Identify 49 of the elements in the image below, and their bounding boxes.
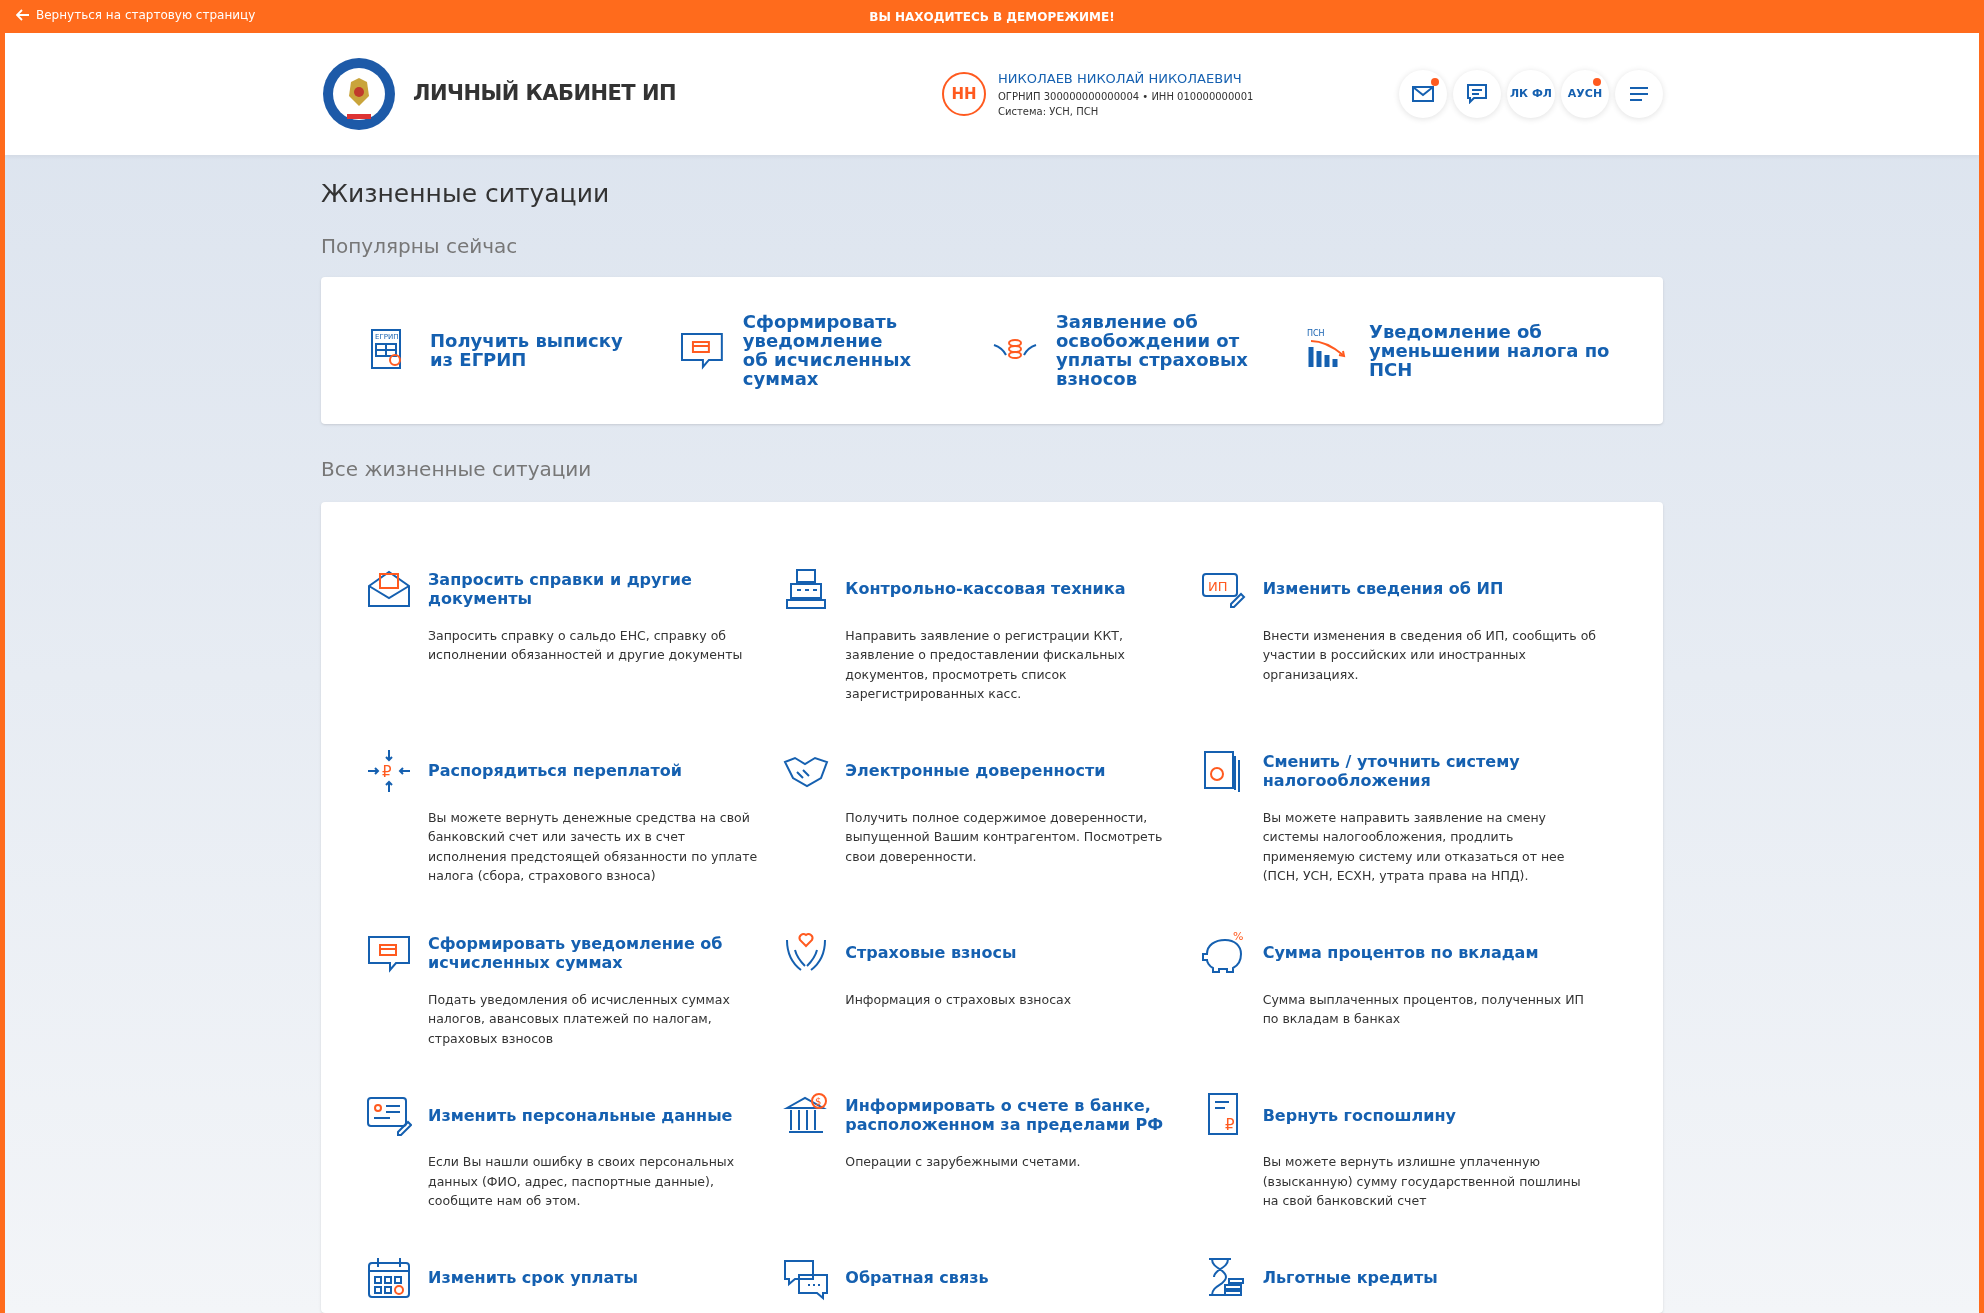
user-avatar: НН [942,72,986,116]
situation-link[interactable]: Изменить сведения об ИП [1262,579,1504,598]
situation-description: Сумма выплаченных процентов, полученных ИП по вкладам в банках [1262,990,1585,1028]
situation-description: Внести изменения в сведения об ИП, сообщить об участии в российских или иностранных организациях. [1262,626,1598,684]
user-ids: ОГРНИП 300000000000004 • ИНН 010000000001 [998,89,1254,104]
cabinet-title: ЛИЧНЫЙ КАБИНЕТ ИП [413,79,676,108]
situation-description: Вы можете направить заявление на смену системы налогообложения, продлить применяемую систему или отказаться от нее (ПСН, УСН, ЕСХН, утрата права на НПД). [1262,808,1566,885]
situation-description: Запросить справку о сальдо ЕНС, справку об исполнении обязанностей и другие документы [428,626,744,664]
situation-link[interactable]: Сформировать уведомление об исчисленных суммах [428,933,723,972]
situation-description: Информация о страховых взносах [845,990,1072,1009]
situation-link[interactable]: Контрольно-кассовая техника [845,579,1126,598]
chat-icon [1467,84,1487,104]
section-heading: Все жизненные ситуации [321,455,593,483]
situation-link[interactable]: Заявление об освобождении от уплаты страховых взносов [1056,312,1248,388]
situation-link[interactable]: Сумма процентов по вкладам [1262,943,1539,962]
situation-link[interactable]: Запросить справки и другие документы [428,569,692,608]
situation-description: Подать уведомления об исчисленных суммах налогов, авансовых платежей по налогам, страховых взносов [428,990,731,1048]
situation-link[interactable]: Обратная связь [845,1268,989,1287]
situation-description: Направить заявление о регистрации ККТ, заявление о предоставлении фискальных документов, просмотреть список зарегистрированных касс. [845,626,1126,703]
chat-button[interactable] [1453,70,1501,118]
situation-link[interactable]: Информировать о счете в банке, расположенном за пределами РФ [845,1096,1164,1134]
mail-icon [1412,86,1434,102]
situation-link[interactable]: Электронные доверенности [845,761,1106,780]
back-arrow-icon [16,9,30,21]
cabinet-switch-button[interactable]: АУСН [1561,70,1609,118]
situation-link[interactable]: Получить выписку из ЕГРИП [430,331,623,369]
situation-link[interactable]: Страховые взносы [845,943,1017,962]
situation-link[interactable]: Распорядиться переплатой [428,761,682,780]
situation-link[interactable]: Льготные кредиты [1262,1268,1438,1287]
situation-description: Если Вы нашли ошибку в своих персональных данных (ФИО, адрес, паспортные данные), сообщите нам об этом. [428,1153,736,1210]
user-name: НИКОЛАЕВ НИКОЛАЙ НИКОЛАЕВИЧ [998,70,1243,89]
situation-link[interactable]: Сформировать уведомление об исчисленных суммах [742,312,992,388]
situation-description: Вы можете вернуть излишне уплаченную (взысканную) сумму государственной пошлины на свой банковский счет [1262,1153,1582,1210]
mail-button[interactable] [1399,70,1447,118]
section-heading: Популярны сейчас [321,232,519,260]
page-title: Жизненные ситуации [321,178,611,210]
cabinet-switch-button[interactable]: ЛК ФЛ [1507,70,1555,118]
menu-icon [1629,86,1649,102]
situation-description: Вы можете вернуть денежные средства на свой банковский счет или зачесть их в счет исполнения предстоящей обязанности по уплате налога (сбора, страхового взноса) [428,808,759,885]
situation-link[interactable]: Изменить срок уплаты [428,1268,638,1287]
situation-link[interactable]: Изменить персональные данные [428,1105,733,1125]
situation-description: Получить полное содержимое доверенности, выпущенной Вашим контрагентом. Посмотреть свои доверенности. [845,808,1164,866]
situation-link[interactable]: Уведомление об уменьшении налога по ПСН [1369,321,1610,379]
situation-description: Операции с зарубежными счетами. [845,1153,1082,1171]
tax-system: Система: УСН, ПСН [998,104,1100,119]
situation-link[interactable]: Сменить / уточнить систему налогообложения [1262,751,1520,790]
menu-button[interactable] [1615,70,1663,118]
demo-notice: ВЫ НАХОДИТЕСЬ В ДЕМОРЕЖИМЕ! [869,8,1115,26]
situation-link[interactable]: Вернуть госпошлину [1262,1105,1456,1125]
